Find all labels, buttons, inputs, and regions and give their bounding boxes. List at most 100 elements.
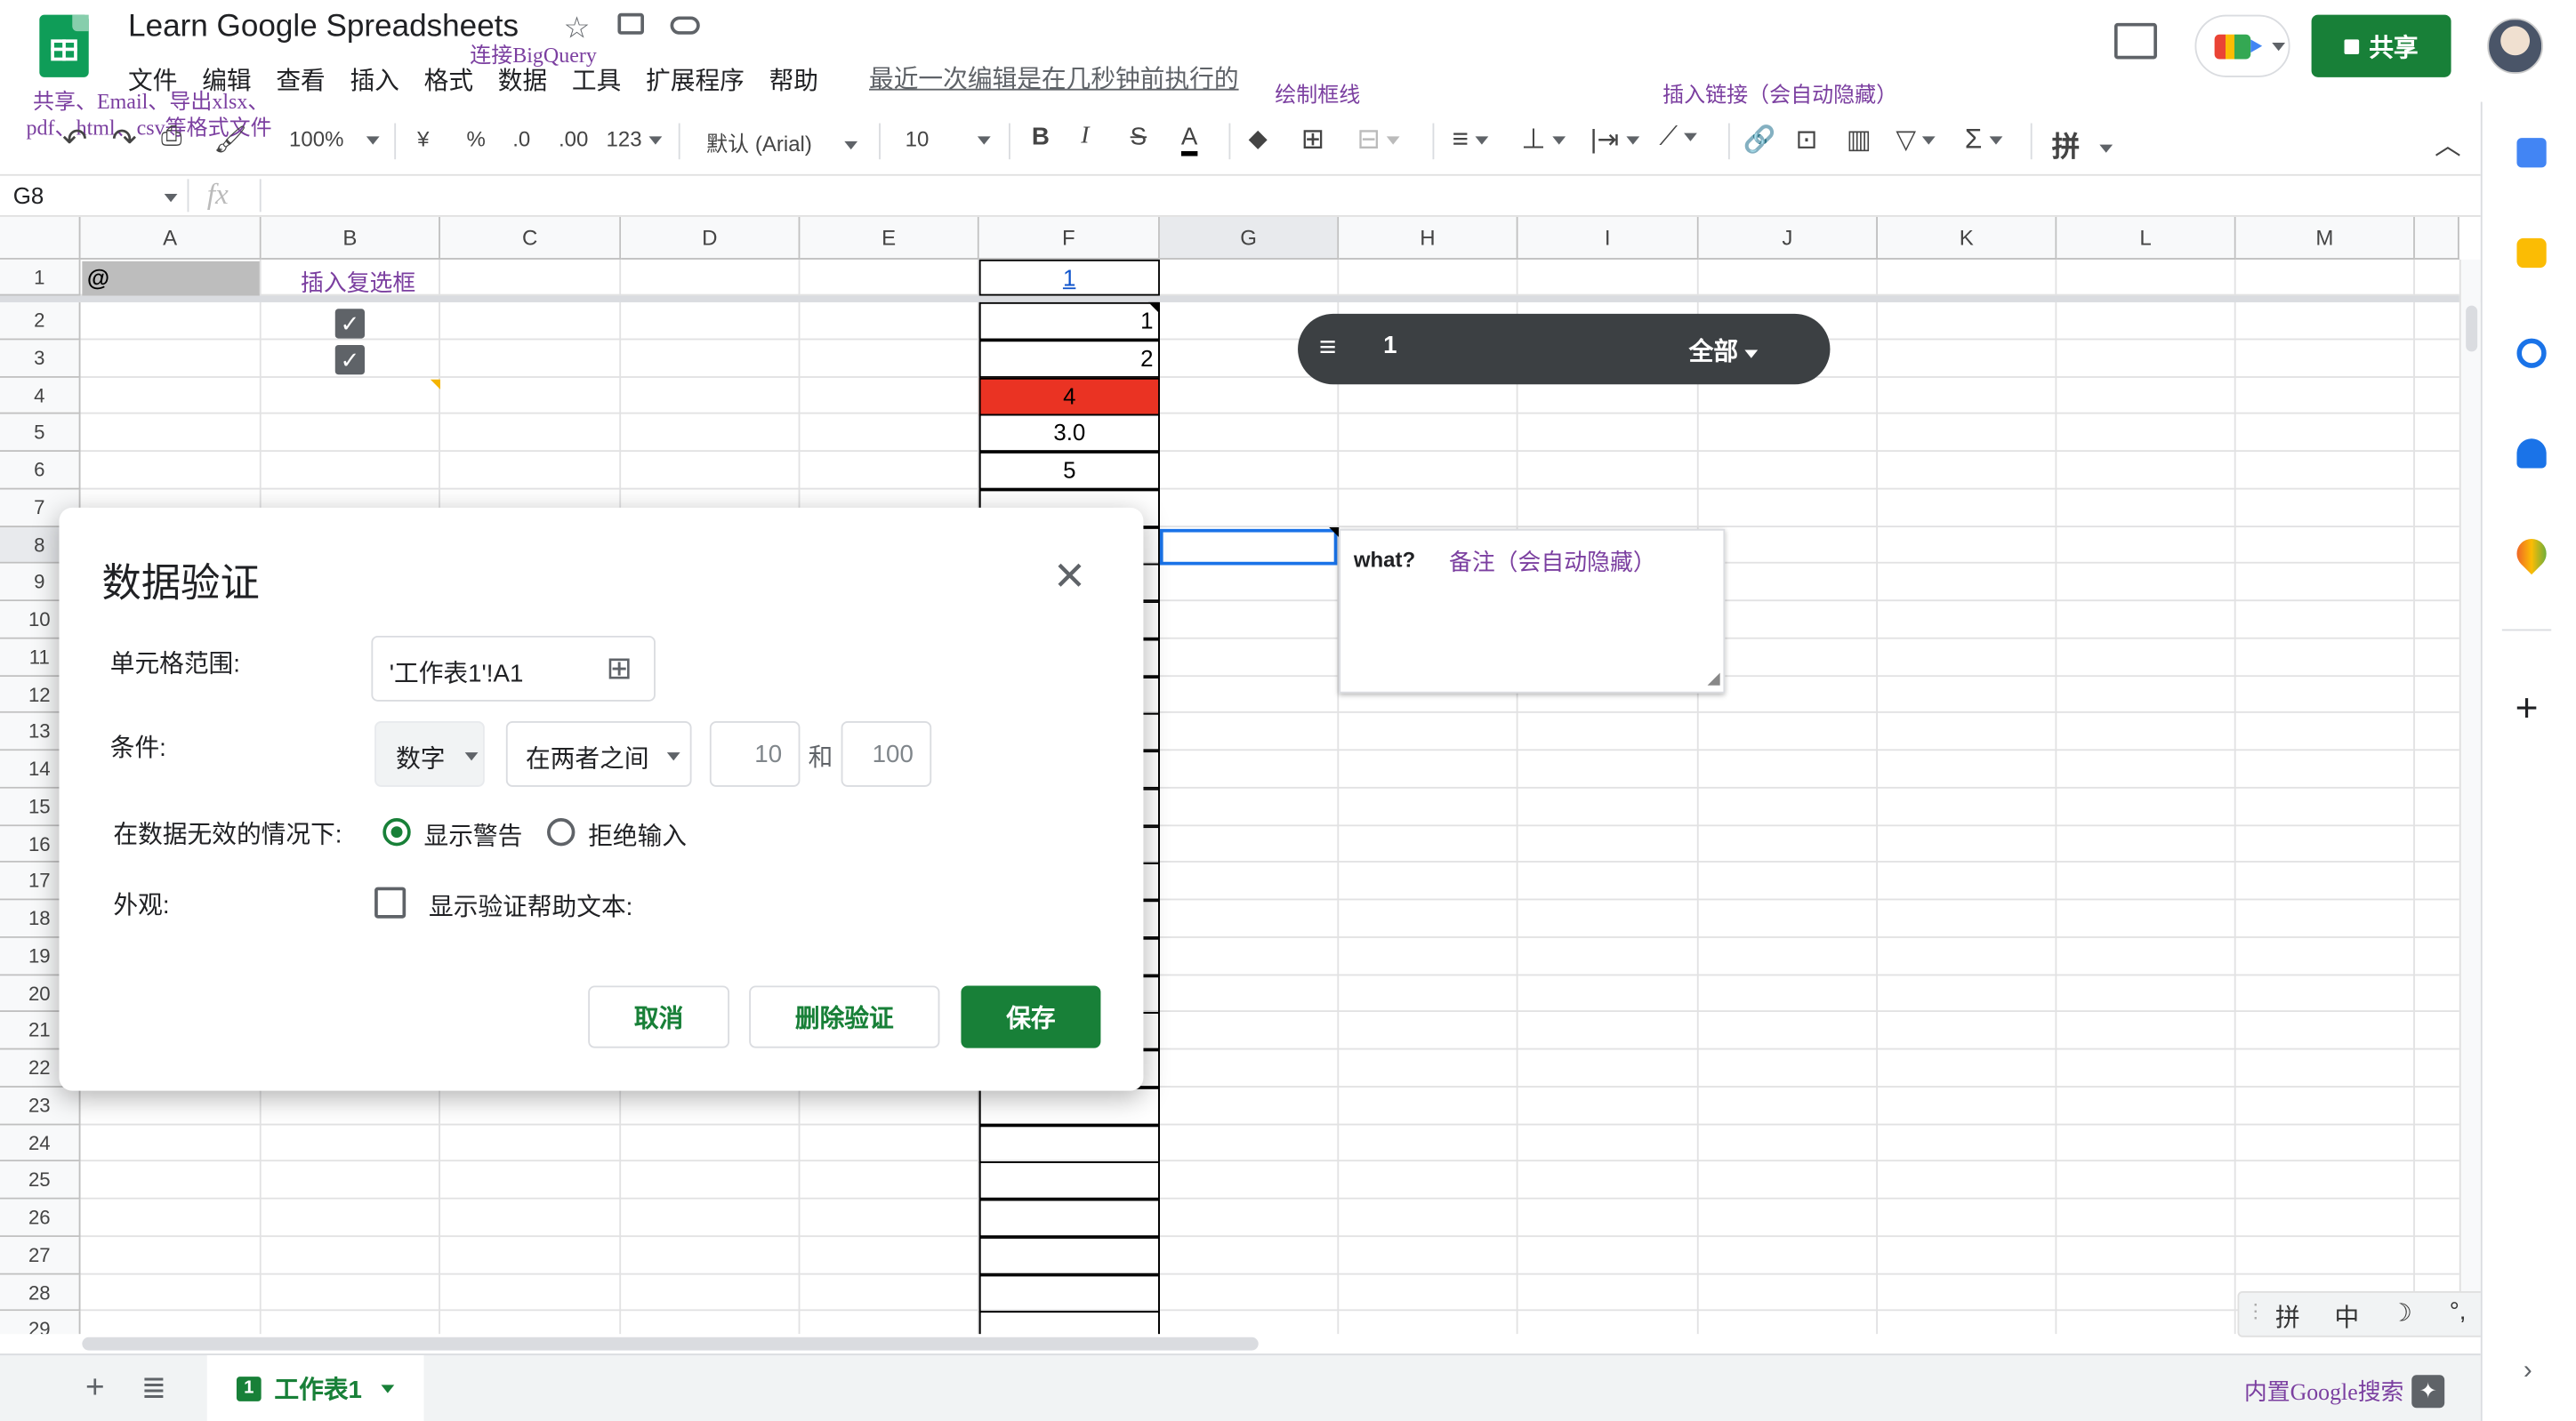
cell-f1[interactable]: 1	[978, 259, 1160, 296]
cell-f2[interactable]: 1	[978, 301, 1160, 341]
collapse-toolbar-icon[interactable]: ︿	[2435, 124, 2461, 163]
ime-punct-button[interactable]: °,	[2450, 1297, 2467, 1325]
vertical-scroll-thumb[interactable]	[2466, 305, 2478, 352]
cell-f5[interactable]: 3.0	[978, 414, 1160, 453]
ime-halfwidth-button[interactable]: ☽	[2390, 1297, 2412, 1327]
reject-input-radio[interactable]	[547, 818, 576, 847]
row-header-28[interactable]: 28	[0, 1273, 81, 1312]
show-warning-radio[interactable]	[382, 818, 411, 847]
cell-f28[interactable]	[978, 1273, 1160, 1313]
tasks-icon[interactable]	[2516, 338, 2547, 368]
checkbox-b3[interactable]: ✓	[334, 344, 366, 375]
cell-f24[interactable]	[978, 1124, 1160, 1163]
explore-icon[interactable]: ✦	[2411, 1375, 2445, 1409]
select-all-corner[interactable]	[0, 216, 81, 260]
keep-icon[interactable]	[2516, 237, 2547, 269]
max-value-input[interactable]: 100	[841, 721, 932, 787]
row-header-29[interactable]: 29	[0, 1311, 81, 1335]
cell-f3[interactable]: 2	[978, 339, 1160, 378]
percent-button[interactable]: %	[467, 126, 486, 151]
menu-insert[interactable]: 插入	[350, 62, 398, 97]
row-header-4[interactable]: 4	[0, 376, 81, 415]
ime-chinese-button[interactable]: 中	[2334, 1299, 2359, 1334]
menu-extensions[interactable]: 扩展程序	[646, 62, 745, 97]
help-text-checkbox[interactable]	[374, 887, 407, 919]
column-header-f[interactable]: F	[978, 216, 1160, 260]
currency-button[interactable]: ¥	[417, 126, 429, 151]
show-side-panel-icon[interactable]: ›	[2524, 1357, 2532, 1386]
save-button[interactable]: 保存	[961, 985, 1101, 1048]
borders-icon[interactable]: ⊞	[1301, 124, 1324, 157]
criteria-type-select[interactable]: 数字	[374, 721, 485, 787]
move-folder-icon[interactable]	[617, 12, 644, 35]
account-avatar[interactable]	[2487, 18, 2544, 75]
row-header-6[interactable]: 6	[0, 452, 81, 490]
column-header-d[interactable]: D	[621, 216, 801, 260]
font-size-select[interactable]: 10	[906, 126, 992, 151]
comments-icon[interactable]	[2113, 22, 2157, 60]
font-select[interactable]: 默认 (Arial)	[706, 126, 858, 157]
increase-decimal-button[interactable]: .00	[559, 126, 588, 151]
column-header-m[interactable]: M	[2235, 216, 2415, 260]
cloud-status-icon[interactable]	[670, 16, 700, 35]
calendar-icon[interactable]	[2516, 138, 2547, 168]
insert-link-icon[interactable]: 🔗	[1743, 124, 1776, 157]
cell-note-popup[interactable]: what? 备注（会自动隐藏） ◢	[1339, 528, 1726, 694]
criteria-operator-select[interactable]: 在两者之间	[505, 721, 692, 787]
text-wrap-icon[interactable]: |⇥	[1590, 124, 1639, 157]
cell-f29[interactable]	[978, 1311, 1160, 1335]
horizontal-scrollbar[interactable]	[82, 1337, 1259, 1351]
undo-icon[interactable]: ↶	[62, 124, 87, 158]
paint-format-icon[interactable]: 🖌	[213, 124, 247, 157]
checkbox-b2[interactable]: ✓	[334, 309, 366, 339]
text-rotate-icon[interactable]: ⟋	[1659, 124, 1698, 153]
fill-color-icon[interactable]: ◆	[1249, 124, 1268, 152]
row-header-3[interactable]: 3	[0, 339, 81, 377]
cell-f23[interactable]	[978, 1087, 1160, 1126]
align-horizontal-icon[interactable]: ≡	[1453, 124, 1489, 157]
sheet-tab-1[interactable]: 1 工作表1	[206, 1355, 424, 1421]
resize-handle-icon[interactable]: ◢	[1707, 670, 1719, 688]
grid-select-icon[interactable]: ⊞	[607, 651, 632, 688]
menu-help[interactable]: 帮助	[769, 62, 818, 97]
filter-chip[interactable]: ≡ 1 全部	[1298, 313, 1831, 385]
decrease-decimal-button[interactable]: .0	[512, 126, 530, 151]
row-header-24[interactable]: 24	[0, 1124, 81, 1162]
cell-f25[interactable]	[978, 1161, 1160, 1200]
cell-f4[interactable]: 4	[978, 376, 1160, 415]
share-button[interactable]: 共享	[2311, 14, 2451, 77]
cell-f27[interactable]	[978, 1236, 1160, 1275]
align-vertical-icon[interactable]: ⊥	[1521, 124, 1566, 157]
close-icon[interactable]: ✕	[1053, 554, 1086, 602]
row-header-27[interactable]: 27	[0, 1236, 81, 1274]
column-header-h[interactable]: H	[1339, 216, 1518, 260]
ime-drag-handle-icon[interactable]: ⋮	[2246, 1299, 2266, 1322]
ime-pinyin-button[interactable]: 拼	[2275, 1299, 2300, 1334]
row-header-25[interactable]: 25	[0, 1161, 81, 1200]
all-sheets-icon[interactable]: ≣	[141, 1372, 166, 1407]
column-header-i[interactable]: I	[1517, 216, 1699, 260]
functions-icon[interactable]: Σ	[1965, 124, 2002, 157]
menu-view[interactable]: 查看	[276, 62, 325, 97]
sheets-logo-icon[interactable]	[39, 14, 89, 77]
last-edit-link[interactable]: 最近一次编辑是在几秒钟前执行的	[869, 60, 1239, 95]
row-header-23[interactable]: 23	[0, 1087, 81, 1125]
text-color-button[interactable]: A	[1180, 124, 1198, 157]
ime-toggle-button[interactable]: 拼	[2052, 124, 2113, 165]
column-header-g[interactable]: G	[1159, 216, 1340, 260]
column-header-l[interactable]: L	[2057, 216, 2236, 260]
remove-validation-button[interactable]: 删除验证	[749, 985, 940, 1048]
row-header-26[interactable]: 26	[0, 1199, 81, 1237]
row-header-5[interactable]: 5	[0, 414, 81, 453]
insert-chart-icon[interactable]: ▥	[1847, 124, 1872, 157]
get-addons-icon[interactable]: +	[2516, 686, 2539, 733]
maps-icon[interactable]	[2510, 533, 2553, 575]
cell-a1[interactable]: @	[82, 261, 260, 296]
more-formats-button[interactable]: 123	[607, 126, 662, 151]
column-header-k[interactable]: K	[1878, 216, 2057, 260]
range-input[interactable]: '工作表1'!A1 ⊞	[371, 635, 656, 702]
zoom-select[interactable]: 100%	[289, 126, 381, 151]
vertical-scrollbar[interactable]	[2459, 259, 2481, 1335]
column-header-b[interactable]: B	[261, 216, 440, 260]
add-sheet-icon[interactable]: +	[85, 1370, 105, 1408]
